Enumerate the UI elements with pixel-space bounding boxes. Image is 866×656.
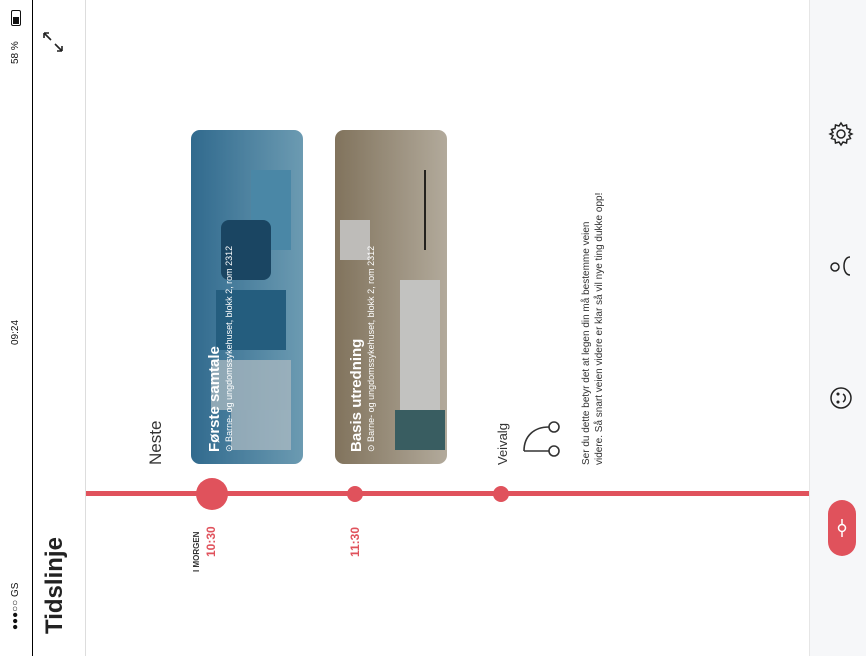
battery-level: 58 % [10,41,21,64]
choice-text-line2: videre. Så snart veien videre er klar så… [594,192,605,465]
person-icon [830,256,851,276]
next-label: Neste [146,420,165,465]
mood-button[interactable] [827,384,855,412]
branch-icon [520,418,562,465]
choice-description: Ser du dette betyr det at legen din må b… [580,193,606,465]
card-title: Basis utredning [348,338,365,452]
location-pin-icon: ⊙ [366,444,376,452]
location-text: Barne- og ungdomssykehuset, blokk 2, rom… [224,245,234,442]
location-pin-icon: ⊙ [224,444,234,452]
status-bar: ●●●○○ GS 09:24 58 % [0,0,33,656]
time-label: 10:30 [204,526,218,557]
choice-text-line1: Ser du dette betyr det at legen din må b… [581,221,592,465]
card-location: ⊙ Barne- og ungdomssykehuset, blokk 2, r… [366,246,377,452]
card-title: Første samtale [206,346,223,452]
smiley-icon [830,387,852,409]
choice-label: Veivalg [495,423,510,465]
battery-icon [11,10,21,26]
status-time: 09:24 [10,319,21,345]
timeline-icon [837,519,847,537]
time-label: 11:30 [348,526,362,557]
profile-button[interactable] [827,252,855,280]
location-text: Barne- og ungdomssykehuset, blokk 2, rom… [366,245,376,442]
timeline-tab-button[interactable] [828,500,856,556]
appointment-card-2[interactable]: Basis utredning ⊙ Barne- og ungdomssykeh… [335,130,447,464]
settings-button[interactable] [827,120,855,148]
gear-icon [828,121,854,147]
page-title: Tidslinje [41,537,68,634]
card-location: ⊙ Barne- og ungdomssykehuset, blokk 2, r… [224,246,235,452]
timeline-dot-active[interactable] [196,478,228,510]
right-navigation [809,0,866,656]
timeline-dot[interactable] [493,486,509,502]
carrier-signal: ●●●○○ GS [10,582,21,630]
appointment-card-1[interactable]: Første samtale ⊙ Barne- og ungdomssykehu… [191,130,303,464]
timeline-track [86,491,809,496]
day-label: I MORGEN [192,531,201,572]
timeline-dot[interactable] [347,486,363,502]
header-column: Tidslinje [33,0,86,656]
expand-icon[interactable] [41,30,65,59]
